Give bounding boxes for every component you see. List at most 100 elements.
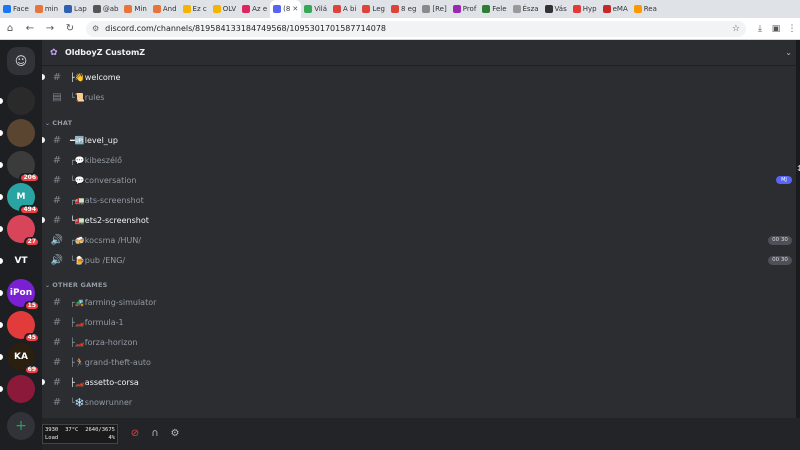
server-icon-sunset-server[interactable]: 27: [7, 215, 40, 247]
add-server-button[interactable]: +: [7, 412, 35, 440]
server-icon-red-z-server[interactable]: 45: [7, 311, 40, 343]
scrollbar[interactable]: [796, 40, 800, 418]
chevron-down-icon: ⌄: [45, 119, 51, 127]
stat-load-label: Load: [45, 435, 59, 441]
discord-home-button[interactable]: ☺: [7, 47, 35, 75]
browser-tab[interactable]: Leg: [359, 0, 388, 18]
tab-favicon-icon: [152, 5, 161, 13]
browser-tab[interactable]: 8 eg: [388, 0, 419, 18]
text-channel[interactable]: # ┌🚛ats-screenshot: [50, 191, 792, 209]
browser-tab[interactable]: min: [32, 0, 61, 18]
browser-tab[interactable]: Rea: [631, 0, 660, 18]
browser-tab[interactable]: Az e: [239, 0, 270, 18]
tab-favicon-icon: [124, 5, 133, 13]
text-channel[interactable]: # └❄️snowrunner: [50, 393, 792, 411]
text-channel[interactable]: ▤ └📜rules: [50, 88, 792, 106]
tab-favicon-icon: [390, 5, 399, 13]
browser-tab[interactable]: Észa: [510, 0, 542, 18]
browser-tab[interactable]: Ez c: [180, 0, 210, 18]
tab-title: Az e: [252, 5, 268, 13]
text-channel[interactable]: # ├🏎️assetto-corsa: [42, 373, 792, 391]
browser-tab[interactable]: Fele: [479, 0, 509, 18]
server-list: ☺ + 206 M 494 27 VT iPon 15 45 KA 69: [0, 40, 42, 450]
forward-icon[interactable]: →: [40, 23, 60, 34]
guild-header[interactable]: ✿ OldboyZ CustomZ ⌄: [42, 40, 800, 66]
chevron-down-icon[interactable]: ⌄: [785, 48, 792, 57]
server-icon-m-server[interactable]: M 494: [7, 183, 40, 215]
server-icon-ka-server[interactable]: KA 69: [7, 343, 40, 375]
unread-indicator: [0, 226, 3, 232]
close-tab-icon[interactable]: ✕: [292, 5, 298, 13]
tab-title: Vilá: [314, 5, 328, 13]
browser-tab[interactable]: Hyp: [570, 0, 600, 18]
text-channel[interactable]: # ━🆙level_up: [42, 131, 792, 149]
speaker-icon: 🔊: [50, 234, 64, 246]
server-icon-vt-server[interactable]: VT: [7, 247, 35, 275]
stat-memory: 2640/3675: [85, 427, 115, 433]
browser-tab[interactable]: Prof: [450, 0, 480, 18]
bookmark-star-icon[interactable]: ☆: [732, 24, 740, 34]
browser-tab[interactable]: (8 ✕: [270, 0, 302, 18]
browser-tab[interactable]: eMA: [600, 0, 631, 18]
server-icon-warrior-server[interactable]: [7, 119, 35, 147]
browser-tab[interactable]: Min: [121, 0, 149, 18]
server-icon-ipon-server[interactable]: iPon 15: [7, 279, 40, 311]
mention-badge: 27: [23, 237, 40, 247]
channel-name: ├🏎️forza-horizon: [70, 337, 138, 347]
menu-icon[interactable]: ⋮: [784, 24, 800, 34]
headphones-icon[interactable]: ∩: [148, 426, 162, 440]
text-channel[interactable]: # ├🏃grand-theft-auto: [50, 353, 792, 371]
text-channel[interactable]: # └🚛ets2-screenshot: [42, 211, 792, 229]
browser-tab[interactable]: [Re]: [419, 0, 449, 18]
tab-favicon-icon: [304, 5, 313, 13]
server-icon-orbit-server[interactable]: [7, 375, 35, 403]
text-channel[interactable]: # ├🏎️formula-1: [50, 313, 792, 331]
text-channel[interactable]: # └💬conversation MJ: [50, 171, 792, 189]
voice-channel[interactable]: 🔊 ┌🍻kocsma /HUN/00 30: [50, 231, 792, 249]
hash-icon: #: [52, 214, 62, 226]
voice-channel[interactable]: 🔊 └🍺pub /ENG/00 30: [50, 251, 792, 269]
text-channel[interactable]: # ├🏎️forza-horizon: [50, 333, 792, 351]
browser-tab[interactable]: OLV: [210, 0, 239, 18]
guild-name: OldboyZ CustomZ: [65, 48, 146, 57]
tab-favicon-icon: [242, 5, 251, 13]
address-bar[interactable]: ⚙ discord.com/channels/81958413318474956…: [86, 20, 746, 37]
text-channel[interactable]: # ┌💬kibeszélő: [50, 151, 792, 169]
back-icon[interactable]: ←: [20, 23, 40, 34]
server-icon-fastest-server[interactable]: 206: [7, 151, 40, 183]
hash-icon: #: [52, 376, 62, 388]
gear-icon[interactable]: ⚙: [168, 426, 182, 440]
server-icon-dark-skull-server[interactable]: [7, 87, 35, 115]
channel-name: └🍺pub /ENG/: [70, 255, 126, 265]
mic-muted-icon[interactable]: ⊘: [128, 426, 142, 440]
text-channel[interactable]: # ┌🚜farming-simulator: [50, 293, 792, 311]
tab-favicon-icon: [602, 5, 611, 13]
extensions-icon[interactable]: ▣: [768, 24, 784, 34]
voice-user-count: 00 30: [768, 235, 792, 245]
home-icon[interactable]: ⌂: [0, 23, 20, 34]
download-icon[interactable]: ⤓: [752, 24, 768, 34]
channel-category[interactable]: ⌄ OTHER GAMES: [45, 279, 108, 291]
browser-toolbar: ⌂ ← → ↻ ⚙ discord.com/channels/819584133…: [0, 18, 800, 40]
site-info-icon[interactable]: ⚙: [92, 24, 99, 33]
channel-category[interactable]: ⌄ CHAT: [45, 117, 72, 129]
browser-tab[interactable]: And: [150, 0, 180, 18]
tab-favicon-icon: [273, 5, 282, 13]
reload-icon[interactable]: ↻: [60, 23, 80, 34]
browser-tab[interactable]: @ab: [90, 0, 122, 18]
text-channel[interactable]: # ├👋welcome: [42, 68, 792, 86]
unread-indicator: [42, 137, 45, 143]
browser-tab[interactable]: Vás: [542, 0, 570, 18]
browser-tab[interactable]: Face: [0, 0, 32, 18]
browser-tab[interactable]: Lap: [61, 0, 90, 18]
hash-icon: #: [52, 174, 62, 186]
channel-name: ├🏃grand-theft-auto: [70, 357, 151, 367]
tab-title: Face: [13, 5, 29, 13]
browser-tab[interactable]: Vilá: [301, 0, 330, 18]
tab-favicon-icon: [64, 5, 73, 13]
browser-tab[interactable]: A bi: [330, 0, 359, 18]
mouse-cursor-icon: ↕: [796, 164, 800, 173]
user-panel: 3930 37°C 2640/3675 Load 4% ⊘ ∩ ⚙: [42, 418, 800, 450]
hash-icon: #: [52, 71, 62, 83]
channel-name: ┌🚜farming-simulator: [70, 297, 157, 307]
